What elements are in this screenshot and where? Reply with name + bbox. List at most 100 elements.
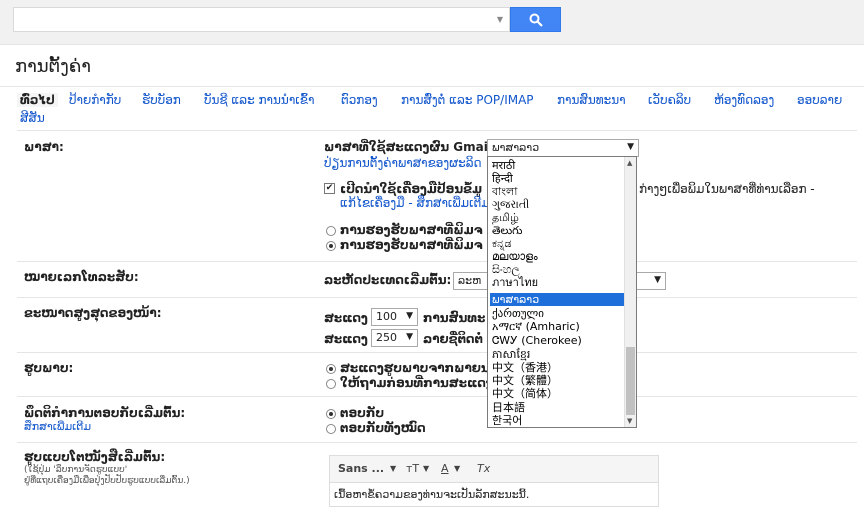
language-dropdown-list[interactable]: मराठी हिन्दी বাংলা ગુજરાતી தமிழ் తెలుగు …	[487, 156, 637, 428]
ask-before-images-radio[interactable]	[326, 379, 336, 389]
tab-forwarding[interactable]: ການສົ່ງຕໍ່ ແລະ POP/IMAP	[401, 93, 534, 107]
dropdown-option[interactable]: ಕನ್ನಡ	[490, 237, 624, 250]
search-button[interactable]	[510, 7, 561, 32]
divider	[17, 352, 857, 353]
search-options-icon[interactable]: ▼	[497, 15, 503, 24]
ask-before-images-label: ໃຫ້ຖາມກ່ອນທີ່ການສະແດງ	[340, 376, 493, 390]
chevron-down-icon: ▼	[654, 275, 661, 285]
font-size-icon[interactable]: тT	[406, 462, 419, 475]
text-style-label: ຮູບແບບໂຕໜັງສືເລີ່ມຕົ້ນ:	[24, 450, 166, 464]
dropdown-option[interactable]: 中文（香港）	[490, 361, 624, 374]
enable-input-tools-desc: ກ່າງໆເພື່ອພິມໃນພາສາທີ່ທ່ານເລືອກ -	[639, 182, 815, 196]
divider	[17, 442, 857, 443]
conversations-per-page-select[interactable]: 100 ▼	[371, 308, 418, 326]
default-country-value: ລະຫ	[458, 274, 482, 287]
scrollbar-thumb[interactable]	[626, 347, 635, 415]
scroll-down-icon[interactable]: ▼	[627, 417, 632, 425]
divider	[17, 130, 857, 131]
dropdown-option[interactable]: తెలుగు	[490, 224, 624, 237]
show-label: ສະແດງ	[324, 311, 368, 325]
display-language-select[interactable]: ພາສາລາວ ▼	[487, 139, 639, 157]
divider	[17, 297, 857, 298]
chevron-down-icon[interactable]: ▼	[423, 464, 429, 473]
dropdown-option[interactable]: हिन्दी	[490, 172, 624, 185]
dropdown-option[interactable]: 中文（简体）	[490, 387, 624, 400]
tab-accounts[interactable]: ບັນຊີ ແລະ ການນຳເຂົ້າ	[204, 93, 314, 107]
change-product-language-link[interactable]: ປ່ຽນການຕັ້ງຄ່າພາສາຂອງຜະລິດ	[324, 156, 482, 170]
images-label: ຮູບພາບ:	[24, 361, 74, 375]
rtl-on-radio[interactable]	[326, 241, 336, 251]
reply-all-radio[interactable]	[326, 424, 336, 434]
dropdown-option[interactable]: தமிழ்	[490, 211, 624, 224]
dropdown-option-selected[interactable]: ພາສາລາວ	[490, 293, 624, 306]
search-input[interactable]: ▼	[13, 7, 510, 32]
reply-behavior-label: ພຶດຕິກຳການຕອບກັບເລີ່ມຕົ້ນ:	[24, 406, 186, 420]
tab-general[interactable]: ທົ່ວໄປ	[17, 93, 58, 107]
editor-toolbar: Sans ... ▼ тT ▼ A ▼ Tx	[330, 456, 658, 483]
edit-tools-link[interactable]: ແກ້ໄຂເຄື່ອງມື - ສຶກສາເພີ່ມເຕີມ	[340, 196, 490, 210]
remove-formatting-icon[interactable]: Tx	[477, 462, 490, 475]
contacts-per-page-value: 250	[376, 331, 397, 344]
enable-input-tools-checkbox[interactable]: ✔	[324, 183, 335, 194]
dropdown-option[interactable]: ᏣᎳᎩ (Cherokee)	[490, 334, 624, 347]
dropdown-option[interactable]: ภาษาไทย	[490, 276, 624, 289]
dropdown-option[interactable]: ગુજરાતી	[490, 198, 624, 211]
chevron-down-icon: ▼	[406, 332, 413, 342]
phone-label: ໝາຍເລກໂທລະສັບ:	[24, 270, 139, 284]
tab-labels[interactable]: ປ້າຍກຳກັບ	[69, 93, 121, 107]
dropdown-scrollbar[interactable]: ▲ ▼	[624, 157, 636, 427]
scroll-up-icon[interactable]: ▲	[627, 159, 632, 167]
reply-label: ຕອບກັບ	[340, 406, 385, 420]
reply-learn-more-link[interactable]: ສຶກສາເພີ່ມເຕີມ	[24, 420, 91, 433]
conversations-per-page-value: 100	[376, 310, 397, 323]
dropdown-option[interactable]: বাংলা	[490, 185, 624, 198]
page-title: ການຕັ້ງຄ່າ	[15, 56, 91, 77]
contacts-label: ລາຍຊື່ຕິດຕໍ່	[423, 332, 483, 346]
show-label: ສະແດງ	[324, 332, 368, 346]
language-label: ພາສາ:	[24, 140, 64, 154]
dropdown-option[interactable]: 한국어	[490, 414, 624, 427]
display-language-value: ພາສາລາວ	[492, 141, 540, 154]
dropdown-option[interactable]: 日本語	[490, 401, 624, 414]
tab-inbox[interactable]: ຮັບບັອກ	[142, 93, 181, 107]
rtl-off-label: ການຮອງຮັບພາສາທີ່ພິມຈ	[340, 223, 483, 237]
reply-all-label: ຕອບກັບທັງໝົດ	[340, 421, 426, 435]
enable-input-tools-label: ເປີດນຳໃຊ້ເຄື່ອງມືປ້ອນຂໍ້ມູ	[340, 182, 483, 196]
tab-offline[interactable]: ອອບລາຍ	[797, 93, 842, 107]
reply-radio[interactable]	[326, 409, 336, 419]
divider	[17, 261, 857, 262]
dropdown-option[interactable]: አማርኛ (Amharic)	[490, 320, 624, 333]
text-style-note: ຢູ່ທີ່ແຖບເຄື່ອງມືເພື່ອປຸ່ງປັບປັບຮູບແບບເລ…	[24, 476, 190, 486]
conversations-label: ການສົນທະ	[423, 311, 486, 325]
dropdown-option[interactable]: ភាសាខ្មែរ	[490, 348, 624, 361]
text-style-editor: Sans ... ▼ тT ▼ A ▼ Tx ເນື້ອຫາຂໍ້ຄວາມຂອງ…	[329, 455, 659, 507]
settings-panel: ພາສາ: ພາສາທີ່ໃຊ້ສະແດງຜົນ Gmail: ພາສາລາວ …	[17, 130, 857, 519]
contacts-per-page-select[interactable]: 250 ▼	[371, 329, 418, 347]
chevron-down-icon: ▼	[627, 142, 634, 152]
display-language-label: ພາສາທີ່ໃຊ້ສະແດງຜົນ Gmail:	[324, 140, 497, 154]
divider	[0, 44, 864, 45]
page-size-label: ຂະໜາດສູງສຸດຂອງໜ້າ:	[24, 306, 162, 320]
font-family-select[interactable]: Sans ...	[338, 462, 384, 475]
chevron-down-icon[interactable]: ▼	[390, 464, 396, 473]
dropdown-option[interactable]: 中文（繁體）	[490, 374, 624, 387]
top-bar: ▼	[0, 0, 864, 44]
dropdown-option[interactable]: मराठी	[490, 159, 624, 172]
tab-chat[interactable]: ການສົນທະນາ	[557, 93, 626, 107]
dropdown-option[interactable]: ქართული	[490, 307, 624, 320]
always-show-images-radio[interactable]	[326, 364, 336, 374]
text-style-note: (ໃຊ້ປຸ່ມ 'ລຶບການຈັດຮູບແບບ'	[24, 465, 128, 475]
rtl-off-radio[interactable]	[326, 226, 336, 236]
text-color-icon[interactable]: A	[441, 462, 449, 475]
tab-themes[interactable]: ສີສັນ	[20, 111, 45, 125]
rtl-on-label: ການຮອງຮັບພາສາທີ່ພິມຈ	[340, 238, 483, 252]
divider	[0, 86, 864, 87]
tab-filters[interactable]: ຕົວກອງ	[341, 93, 378, 107]
dropdown-option[interactable]: සිංහල	[490, 263, 624, 276]
divider	[17, 396, 857, 397]
chevron-down-icon[interactable]: ▼	[454, 464, 460, 473]
always-show-images-label: ສະແດງຮູບພາບຈາກພາຍນ	[340, 361, 490, 375]
dropdown-option[interactable]: മലയാളം	[490, 250, 624, 263]
tab-webclips[interactable]: ເວັບຄລິບ	[648, 93, 691, 107]
tab-labs[interactable]: ຫ້ອງທົດລອງ	[714, 93, 774, 107]
